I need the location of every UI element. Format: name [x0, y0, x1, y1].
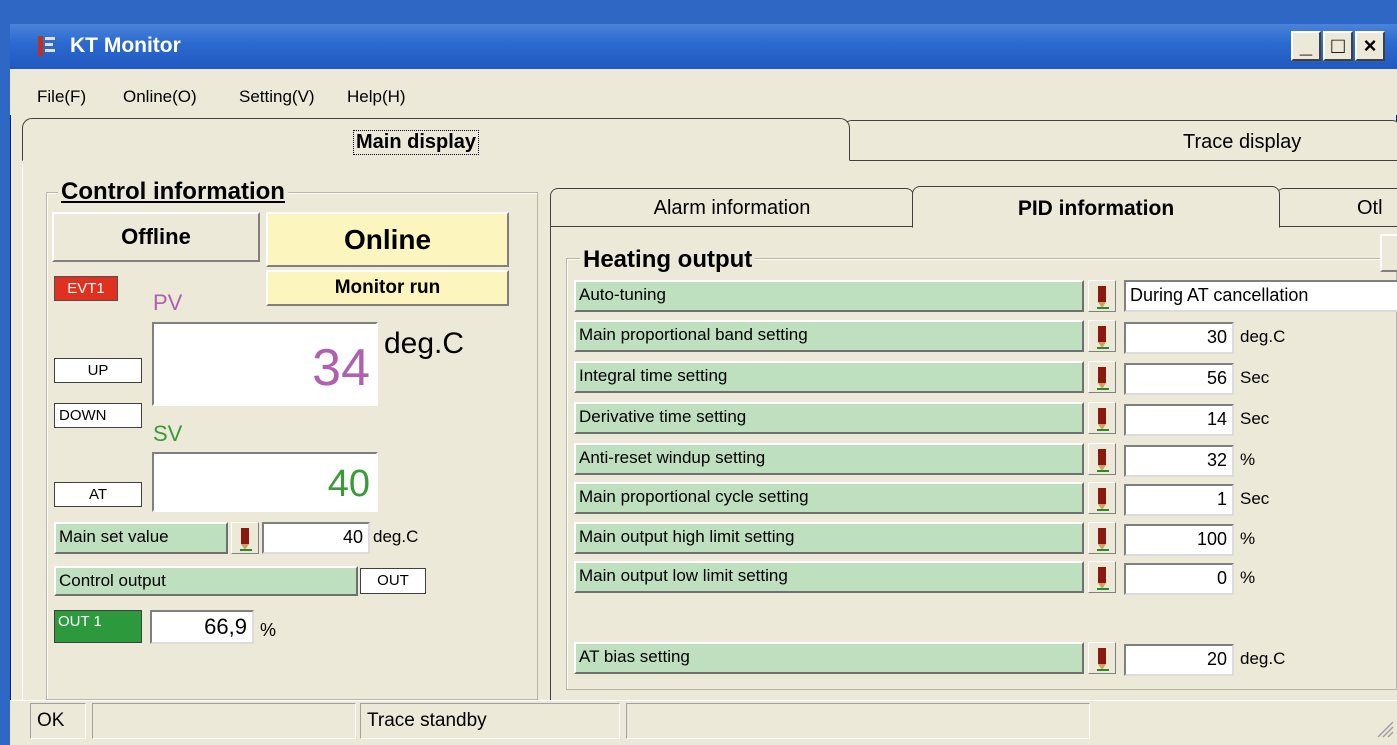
out-indicator: OUT	[360, 568, 426, 594]
auto-tuning-label: Auto-tuning	[574, 280, 1084, 312]
title-bar[interactable]: KT Monitor _ □ ×	[10, 24, 1397, 69]
main-output-low-limit-edit-button[interactable]	[1088, 561, 1116, 593]
integral-time-field[interactable]: 56	[1124, 363, 1234, 395]
pv-display: 34	[152, 322, 378, 406]
tab-main-label: Main display	[353, 130, 480, 155]
minimize-button[interactable]: _	[1291, 31, 1321, 61]
status-trace: Trace standby	[360, 703, 620, 739]
anti-reset-windup-field[interactable]: 32	[1124, 445, 1234, 477]
window-title: KT Monitor	[70, 34, 181, 57]
main-proportional-band-field[interactable]: 30	[1124, 322, 1234, 354]
main-proportional-cycle-label: Main proportional cycle setting	[574, 482, 1084, 514]
tab-trace-display[interactable]: Trace display	[842, 120, 1397, 164]
main-set-unit: deg.C	[373, 527, 419, 546]
main-proportional-cycle-edit-button[interactable]	[1088, 482, 1116, 514]
anti-reset-windup-unit: %	[1240, 450, 1256, 469]
pencil-icon	[1097, 367, 1109, 390]
sv-label: SV	[153, 421, 183, 446]
down-indicator: DOWN	[54, 403, 142, 428]
tab-trace-label: Trace display	[1183, 131, 1302, 153]
pv-label: PV	[153, 290, 183, 315]
pv-unit: deg.C	[384, 327, 465, 360]
main-output-low-limit-field[interactable]: 0	[1124, 563, 1234, 595]
menu-bar: File(F) Online(O) Setting(V) Help(H)	[10, 69, 1397, 115]
main-set-value-label: Main set value	[54, 522, 228, 554]
main-output-low-limit-label: Main output low limit setting	[574, 561, 1084, 593]
pencil-icon	[1097, 567, 1109, 590]
tab-pid-information[interactable]: PID information	[912, 186, 1280, 228]
maximize-button[interactable]: □	[1323, 31, 1353, 61]
pencil-icon	[1097, 488, 1109, 511]
evt1-indicator: EVT1	[54, 276, 118, 301]
scroll-button[interactable]	[1380, 234, 1397, 272]
app-thermometer-icon	[38, 36, 55, 56]
derivative-time-field[interactable]: 14	[1124, 404, 1234, 436]
status-panel-4	[626, 703, 1090, 739]
control-output-label: Control output	[54, 566, 358, 596]
main-proportional-cycle-field[interactable]: 1	[1124, 484, 1234, 516]
out1-value-field: 66,9	[150, 610, 254, 644]
at-bias-field[interactable]: 20	[1124, 644, 1234, 676]
menu-setting[interactable]: Setting(V)	[239, 87, 315, 107]
pencil-icon	[1097, 408, 1109, 431]
integral-time-label: Integral time setting	[574, 361, 1084, 393]
anti-reset-windup-edit-button[interactable]	[1088, 443, 1116, 475]
pencil-icon	[1097, 648, 1109, 671]
tab-main-display[interactable]: Main display	[22, 118, 850, 161]
heating-output-title: Heating output	[580, 246, 756, 274]
out1-indicator: OUT 1	[54, 610, 142, 643]
status-panel-2	[92, 703, 356, 739]
main-output-low-limit-unit: %	[1240, 568, 1256, 587]
integral-time-edit-button[interactable]	[1088, 361, 1116, 393]
main-set-value-field[interactable]: 40	[262, 522, 370, 554]
menu-help[interactable]: Help(H)	[347, 87, 406, 107]
integral-time-unit: Sec	[1240, 368, 1270, 387]
resize-grip-icon[interactable]	[1374, 718, 1394, 738]
at-indicator: AT	[54, 482, 142, 507]
offline-button[interactable]: Offline	[52, 212, 260, 262]
sv-display: 40	[152, 452, 378, 512]
main-proportional-band-edit-button[interactable]	[1088, 320, 1116, 352]
main-output-high-limit-label: Main output high limit setting	[574, 522, 1084, 554]
at-bias-label: AT bias setting	[574, 642, 1084, 674]
auto-tuning-edit-button[interactable]	[1088, 280, 1116, 312]
derivative-time-label: Derivative time setting	[574, 402, 1084, 434]
pencil-icon	[1097, 528, 1109, 551]
main-output-high-limit-unit: %	[1240, 529, 1256, 548]
main-proportional-band-unit: deg.C	[1240, 327, 1286, 346]
main-set-edit-button[interactable]	[231, 522, 259, 554]
pv-value: 34	[312, 339, 370, 397]
main-output-high-limit-edit-button[interactable]	[1088, 522, 1116, 554]
pencil-icon	[1097, 326, 1109, 349]
monitor-run-indicator[interactable]: Monitor run	[266, 270, 509, 306]
anti-reset-windup-label: Anti-reset windup setting	[574, 443, 1084, 475]
menu-online[interactable]: Online(O)	[123, 87, 197, 107]
menu-file[interactable]: File(F)	[37, 87, 86, 107]
main-proportional-band-label: Main proportional band setting	[574, 320, 1084, 352]
main-output-high-limit-field[interactable]: 100	[1124, 524, 1234, 556]
derivative-time-edit-button[interactable]	[1088, 402, 1116, 434]
sv-value: 40	[327, 463, 370, 505]
tab-other[interactable]: Otl	[1276, 188, 1397, 226]
pencil-icon	[240, 528, 252, 551]
out1-unit: %	[260, 620, 277, 640]
pencil-icon	[1097, 449, 1109, 472]
pencil-icon	[1097, 286, 1109, 309]
derivative-time-unit: Sec	[1240, 409, 1270, 428]
up-indicator: UP	[54, 358, 142, 383]
main-proportional-cycle-unit: Sec	[1240, 489, 1270, 508]
close-button[interactable]: ×	[1355, 31, 1385, 61]
status-ok: OK	[30, 703, 86, 739]
at-bias-unit: deg.C	[1240, 649, 1286, 668]
tab-alarm-information[interactable]: Alarm information	[550, 188, 914, 226]
control-info-title: Control information	[58, 178, 288, 206]
online-button[interactable]: Online	[266, 212, 509, 267]
at-bias-edit-button[interactable]	[1088, 642, 1116, 674]
auto-tuning-value-field[interactable]: During AT cancellation	[1124, 280, 1397, 312]
